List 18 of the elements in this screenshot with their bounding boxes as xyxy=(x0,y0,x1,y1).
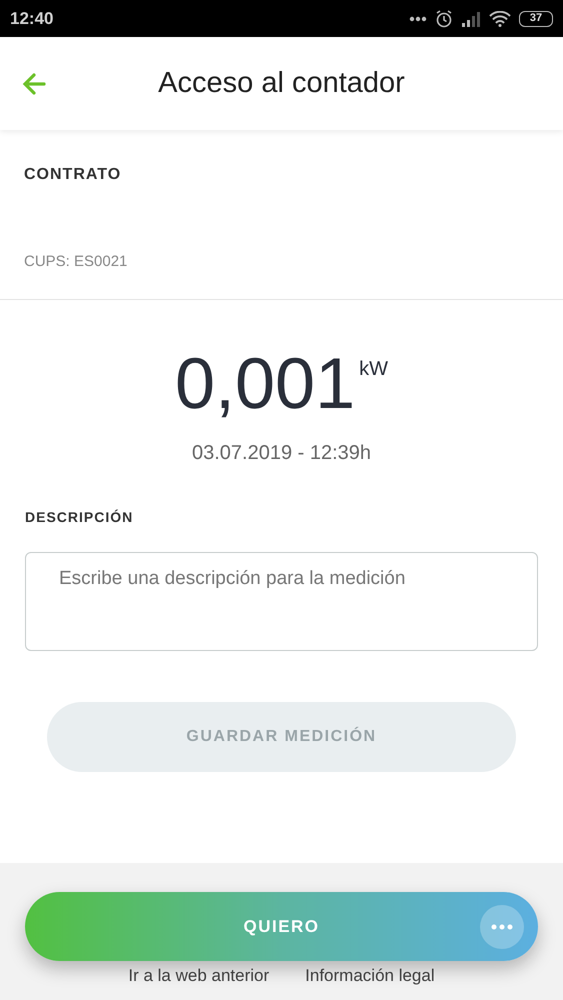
back-arrow-icon[interactable] xyxy=(22,72,46,94)
status-time: 12:40 xyxy=(10,8,54,30)
description-field[interactable]: Escribe una descripción para la medición xyxy=(25,552,538,651)
reading-timestamp: 03.07.2019 - 12:39h xyxy=(192,441,372,466)
section-heading: CONTRATO xyxy=(24,165,122,185)
signal-icon xyxy=(461,10,481,26)
more-icon[interactable] xyxy=(480,905,524,949)
footer-link[interactable]: Ir a la web anterior xyxy=(128,962,270,988)
reading-value: 0,001 xyxy=(174,348,356,420)
footer-link[interactable]: Información legal xyxy=(305,962,435,988)
more-icon xyxy=(409,16,427,22)
reading-unit: kW xyxy=(359,357,388,382)
alarm-icon xyxy=(435,10,453,28)
field-label: DESCRIPCIÓN xyxy=(25,509,134,525)
wifi-icon xyxy=(489,10,511,26)
cups-code: CUPS: ES0021 xyxy=(24,252,128,272)
battery-indicator: 37 xyxy=(519,10,553,26)
screen-title: Acceso al contador xyxy=(157,66,406,101)
